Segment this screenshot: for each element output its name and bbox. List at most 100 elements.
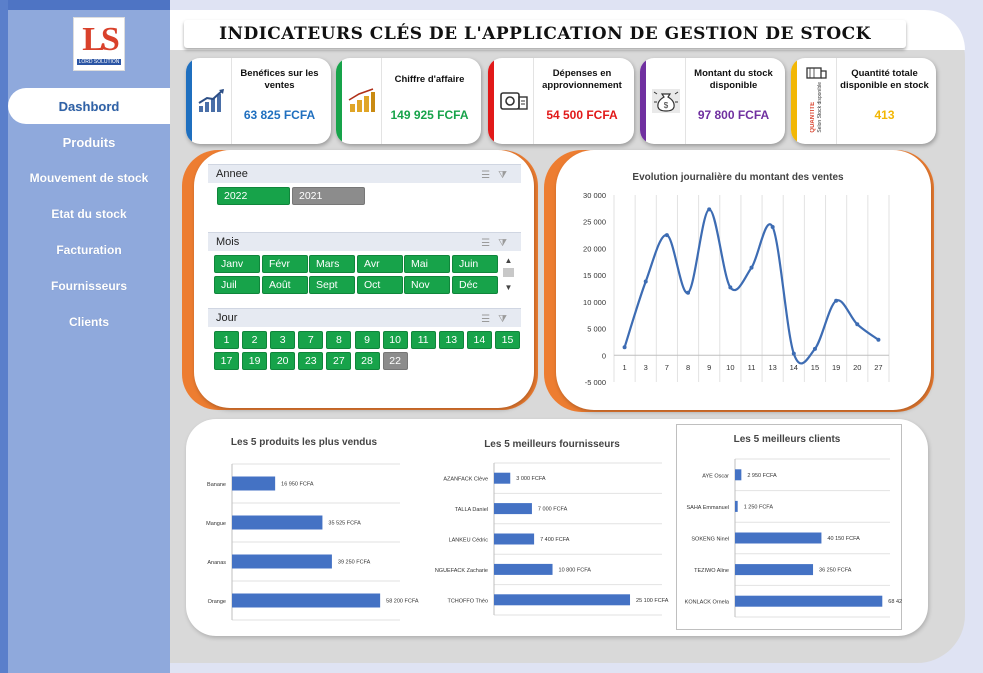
category-label: SAHA Emmanuel — [687, 505, 730, 511]
slicer-mois-item[interactable]: Janv — [214, 255, 260, 273]
slicer-jour-item[interactable]: 27 — [326, 352, 352, 370]
slicer-jour-item[interactable]: 19 — [242, 352, 268, 370]
slicer-jour-item[interactable]: 10 — [382, 331, 408, 349]
bar — [735, 469, 742, 481]
scroll-thumb[interactable] — [503, 268, 514, 277]
slicer-mois-item[interactable]: Août — [262, 276, 308, 294]
data-point — [876, 337, 881, 342]
slicer-jour-item[interactable]: 1 — [214, 331, 239, 349]
kpi-label: Benéfices sur les ventes — [240, 68, 319, 91]
scroll-down-icon[interactable]: ▼ — [502, 283, 515, 293]
top-clients-bar-chart: Les 5 meilleurs clients AYE Oscar 2 950 FC… — [685, 434, 902, 618]
slicer-mois-item[interactable]: Mars — [309, 255, 355, 273]
multi-select-icon[interactable]: ☰⧩ — [481, 311, 515, 329]
slicer-jour-item[interactable]: 23 — [298, 352, 324, 370]
category-label: TCHOFFO Théo — [447, 598, 488, 604]
data-point — [749, 265, 754, 270]
category-label: NGUEFACK Zacharie — [435, 568, 488, 574]
slicer-mois-item[interactable]: Sept — [309, 276, 355, 294]
bar — [735, 500, 738, 512]
kpi-label: Chiffre d'affaire — [394, 74, 465, 85]
nav-item-facturation[interactable]: Facturation — [8, 232, 170, 268]
data-point — [664, 233, 669, 238]
logo-text: LORD SOLUTION — [76, 59, 122, 65]
data-point — [770, 225, 775, 230]
bar — [232, 476, 276, 491]
data-point — [707, 207, 712, 212]
slicer-mois-item[interactable]: Juil — [214, 276, 260, 294]
slicer-title-mois: Mois — [216, 236, 240, 248]
slicer-annee-2022[interactable]: 2022 — [217, 187, 290, 205]
multi-select-icon[interactable]: ☰⧩ — [481, 235, 515, 253]
y-tick-label: 10 000 — [583, 298, 606, 307]
coins-chart-icon — [342, 58, 382, 144]
nav-item-etat-stock[interactable]: Etat du stock — [8, 196, 170, 232]
slicer-jour-item[interactable]: 15 — [495, 331, 520, 349]
slicer-jour-item[interactable]: 14 — [466, 331, 492, 349]
data-point — [622, 345, 627, 350]
sidebar-nav: Dashbord Produits Mouvement de stock Eta… — [8, 88, 170, 340]
slicer-mois-item[interactable]: Mai — [404, 255, 450, 273]
data-point — [686, 290, 691, 295]
money-bag-icon: $ — [646, 58, 686, 144]
category-label: AYE Oscar — [702, 473, 729, 479]
kpi-value: 63 825 FCFA — [243, 108, 316, 122]
data-label: 36 250 FCFA — [819, 568, 852, 574]
y-tick-label: 30 000 — [583, 191, 606, 200]
slicer-jour-item[interactable]: 9 — [354, 331, 380, 349]
data-label: 16 950 FCFA — [281, 482, 314, 488]
category-label: SOKENG Ninel — [691, 537, 729, 543]
slicer-jour-item[interactable]: 11 — [410, 331, 436, 349]
kpi-label: Dépenses en approvionnement — [542, 68, 622, 91]
sidebar: LS LORD SOLUTION Dashbord Produits Mouve… — [0, 0, 170, 673]
quantity-box-icon: QUANTITE Selon Stock disponible — [797, 58, 837, 144]
nav-item-dashboard[interactable]: Dashbord — [8, 88, 170, 124]
company-logo: LS LORD SOLUTION — [73, 17, 125, 71]
bar — [232, 554, 332, 569]
slicer-header-jour: Jour ☰⧩ — [208, 308, 521, 327]
scroll-up-icon[interactable]: ▲ — [502, 256, 515, 266]
slicer-jour-item[interactable]: 2 — [242, 331, 268, 349]
bar — [735, 532, 822, 544]
slicer-annee-2021[interactable]: 2021 — [292, 187, 365, 205]
data-label: 1 250 FCFA — [744, 504, 774, 510]
slicer-jour-item[interactable]: 7 — [298, 331, 324, 349]
slicer-jour-item[interactable]: 17 — [214, 352, 239, 370]
bar — [494, 472, 511, 484]
daily-sales-line-chart: Evolution journalière du montant des ven… — [583, 172, 890, 387]
x-tick-label: 20 — [853, 363, 861, 372]
slicer-header-annee: Annee ☰⧩ — [208, 164, 521, 183]
slicer-mois-scrollbar[interactable]: ▲ ▼ — [502, 256, 515, 296]
slicer-jour-item[interactable]: 13 — [438, 331, 464, 349]
money-spend-icon — [494, 58, 534, 144]
slicer-jour-item[interactable]: 3 — [270, 331, 296, 349]
slicer-mois-item[interactable]: Nov — [404, 276, 450, 294]
slicer-mois-item[interactable]: Avr — [357, 255, 403, 273]
kpi-label: Montant du stock disponible — [694, 68, 773, 91]
slicer-jour-item[interactable]: 22 — [382, 352, 408, 370]
multi-select-icon[interactable]: ☰⧩ — [481, 167, 515, 185]
slicer-mois-item[interactable]: Oct — [357, 276, 403, 294]
slicer-jour-item[interactable]: 8 — [326, 331, 352, 349]
data-label: 10 800 FCFA — [559, 567, 592, 573]
x-tick-label: 9 — [707, 363, 711, 372]
category-label: KONLACK Ornela — [685, 600, 730, 606]
kpi-label: Quantité totale disponible en stock — [840, 68, 929, 91]
x-tick-label: 1 — [622, 363, 626, 372]
slicer-mois-item[interactable]: Déc — [452, 276, 498, 294]
slicer-mois-item[interactable]: Juin — [452, 255, 498, 273]
slicer-jour-item[interactable]: 20 — [270, 352, 296, 370]
y-tick-label: -5 000 — [585, 378, 606, 387]
slicer-jour-item[interactable]: 28 — [354, 352, 380, 370]
nav-item-produits[interactable]: Produits — [8, 124, 170, 160]
data-label: 68 425 FCFA — [888, 599, 902, 605]
slicer-mois-item[interactable]: Févr — [262, 255, 308, 273]
data-point — [791, 351, 796, 356]
page-title-box: INDICATEURS CLÉS DE L'APPLICATION DE GES… — [184, 20, 906, 48]
data-label: 2 950 FCFA — [747, 473, 777, 479]
bar — [494, 594, 631, 606]
nav-item-mouvement-stock[interactable]: Mouvement de stock — [8, 160, 170, 196]
nav-item-clients[interactable]: Clients — [8, 304, 170, 340]
svg-text:$: $ — [663, 101, 668, 110]
nav-item-fournisseurs[interactable]: Fournisseurs — [8, 268, 170, 304]
